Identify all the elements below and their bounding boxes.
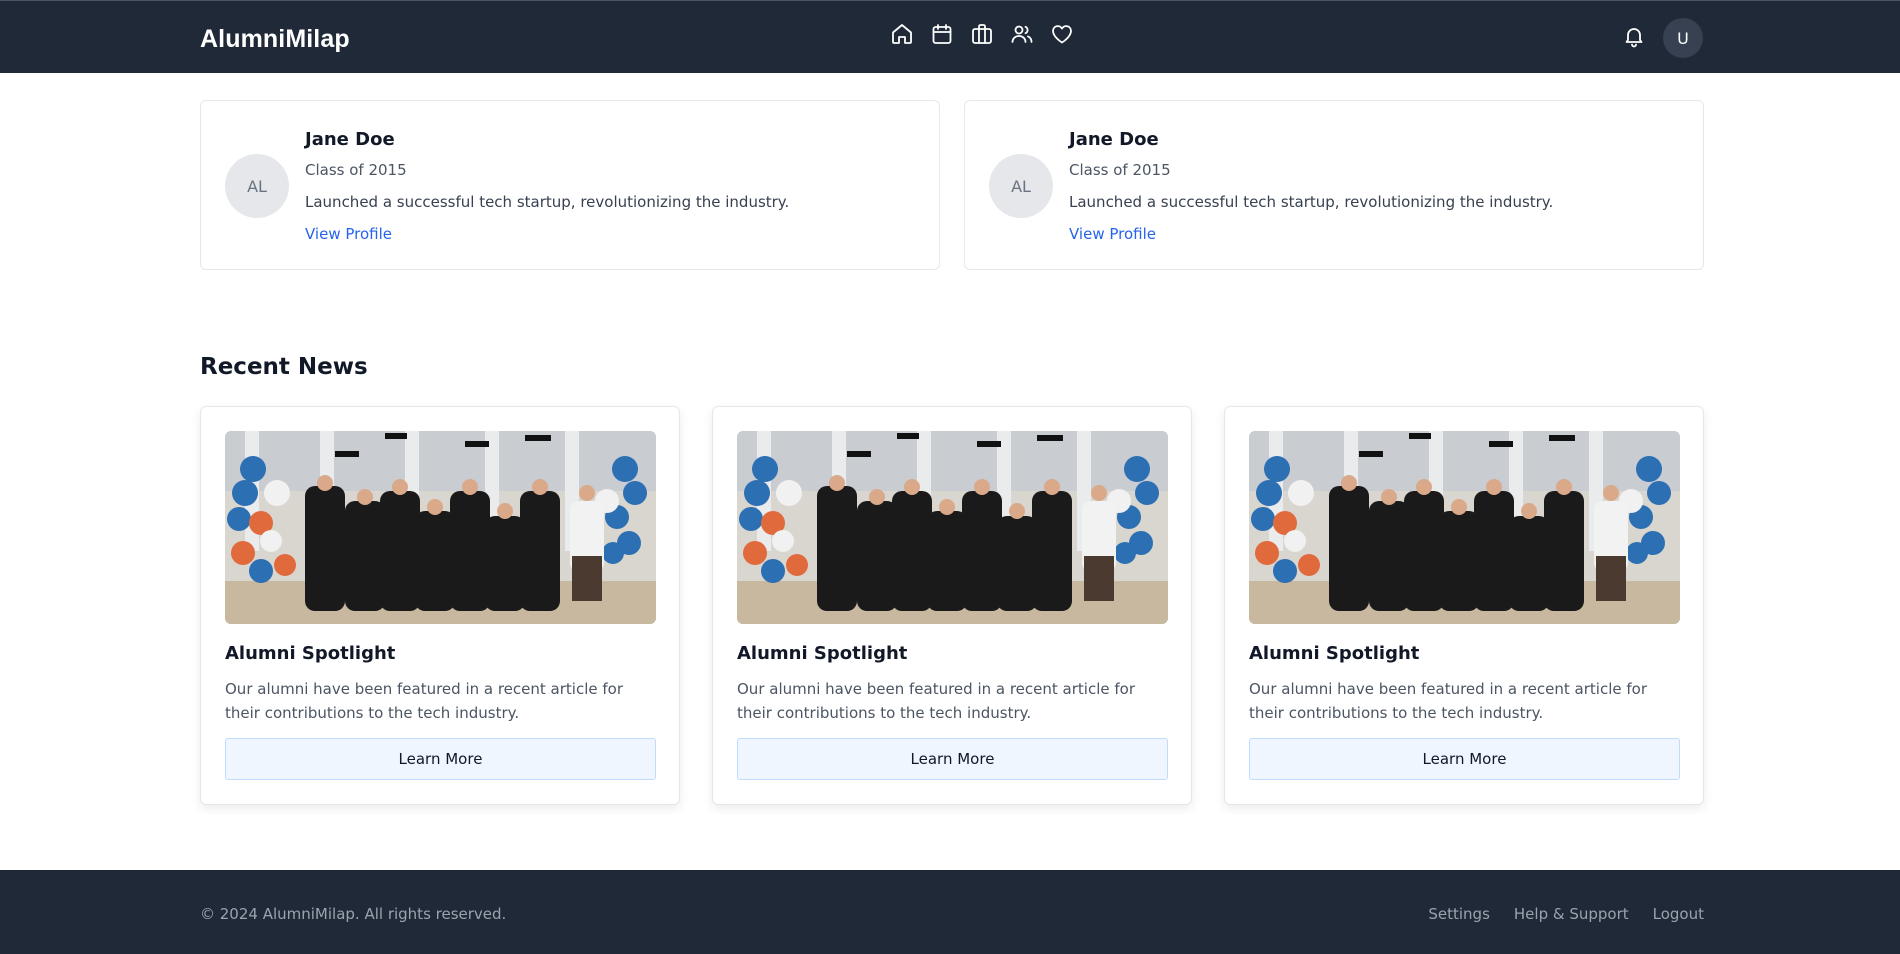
avatar: AL (989, 154, 1053, 218)
avatar: AL (225, 154, 289, 218)
learn-more-button[interactable]: Learn More (225, 738, 656, 780)
alumni-description: Launched a successful tech startup, revo… (1069, 193, 1554, 211)
news-card: Alumni Spotlight Our alumni have been fe… (712, 406, 1192, 805)
news-description: Our alumni have been featured in a recen… (1249, 680, 1647, 722)
alumni-class: Class of 2015 (305, 161, 407, 179)
news-description: Our alumni have been featured in a recen… (737, 680, 1135, 722)
bell-icon[interactable] (1622, 24, 1646, 50)
user-avatar[interactable]: U (1663, 18, 1703, 58)
news-title: Alumni Spotlight (225, 643, 396, 664)
news-title: Alumni Spotlight (1249, 643, 1420, 664)
news-card: Alumni Spotlight Our alumni have been fe… (1224, 406, 1704, 805)
alumni-profile-card: AL Jane Doe Class of 2015 Launched a suc… (964, 100, 1704, 270)
graduation-photo (225, 431, 656, 624)
brand-logo[interactable]: AlumniMilap (200, 25, 350, 54)
alumni-name: Jane Doe (1069, 129, 1159, 150)
view-profile-link[interactable]: View Profile (1069, 225, 1156, 243)
briefcase-icon[interactable] (970, 21, 994, 47)
settings-link[interactable]: Settings (1428, 905, 1490, 923)
learn-more-button[interactable]: Learn More (737, 738, 1168, 780)
footer-links: Settings Help & Support Logout (1428, 905, 1704, 923)
help-support-link[interactable]: Help & Support (1514, 905, 1629, 923)
top-navbar: AlumniMilap U (0, 0, 1900, 73)
users-icon[interactable] (1010, 21, 1034, 47)
home-icon[interactable] (890, 21, 914, 47)
alumni-class: Class of 2015 (1069, 161, 1171, 179)
footer: © 2024 AlumniMilap. All rights reserved.… (0, 870, 1900, 954)
copyright-text: © 2024 AlumniMilap. All rights reserved. (200, 905, 507, 923)
alumni-profile-card: AL Jane Doe Class of 2015 Launched a suc… (200, 100, 940, 270)
calendar-icon[interactable] (930, 21, 954, 47)
learn-more-button[interactable]: Learn More (1249, 738, 1680, 780)
news-card: Alumni Spotlight Our alumni have been fe… (200, 406, 680, 805)
recent-news-heading: Recent News (200, 354, 368, 380)
view-profile-link[interactable]: View Profile (305, 225, 392, 243)
alumni-name: Jane Doe (305, 129, 395, 150)
heart-icon[interactable] (1050, 21, 1074, 47)
news-description: Our alumni have been featured in a recen… (225, 680, 623, 722)
alumni-description: Launched a successful tech startup, revo… (305, 193, 790, 211)
news-title: Alumni Spotlight (737, 643, 908, 664)
main-nav (890, 21, 1074, 47)
logout-link[interactable]: Logout (1653, 905, 1704, 923)
graduation-photo (737, 431, 1168, 624)
graduation-photo (1249, 431, 1680, 624)
